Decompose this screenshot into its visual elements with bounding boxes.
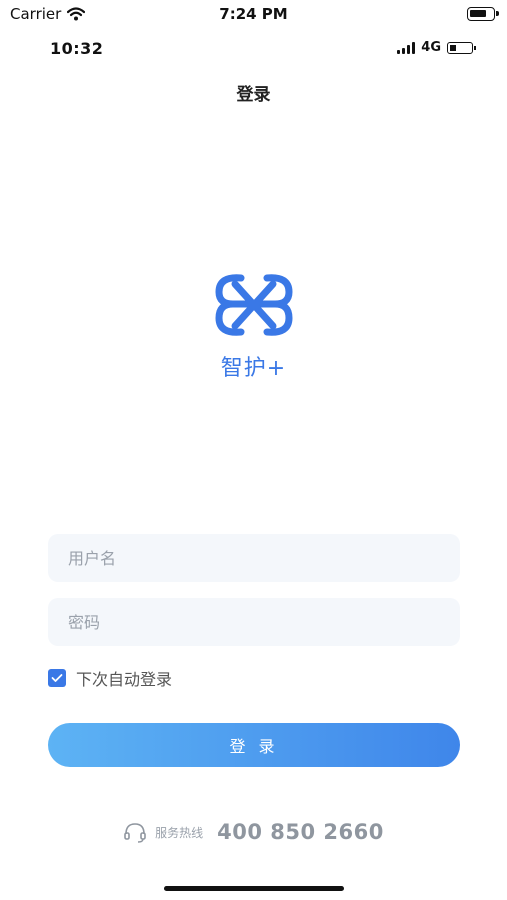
check-icon [51, 674, 63, 682]
outer-time: 7:24 PM [219, 5, 288, 23]
home-indicator[interactable] [164, 886, 344, 891]
inner-time: 10:32 [50, 39, 104, 58]
support-hotline: 服务热线 400 850 2660 [0, 820, 507, 844]
headset-icon [124, 823, 146, 843]
username-input[interactable] [48, 534, 460, 582]
auto-login-checkbox[interactable] [48, 669, 66, 687]
hotline-label: 服务热线 [155, 825, 204, 840]
brand-name: 智护+ [220, 356, 287, 381]
outer-status-bar: Carrier 7:24 PM [0, 0, 507, 28]
hotline-number[interactable]: 400 850 2660 [217, 820, 384, 844]
battery-icon [467, 7, 499, 21]
page-title: 登录 [236, 85, 271, 105]
inner-status-icons: 4G [397, 40, 476, 55]
login-button[interactable]: 登 录 [48, 723, 460, 767]
password-input[interactable] [48, 598, 460, 646]
brand-logo-icon [215, 274, 293, 336]
auto-login-label: 下次自动登录 [76, 670, 173, 689]
network-label: 4G [421, 40, 441, 55]
auto-login-toggle[interactable]: 下次自动登录 [48, 666, 172, 690]
signal-icon [397, 41, 416, 54]
inner-status-bar: 10:32 4G [0, 34, 507, 62]
inner-battery-icon [447, 41, 476, 54]
